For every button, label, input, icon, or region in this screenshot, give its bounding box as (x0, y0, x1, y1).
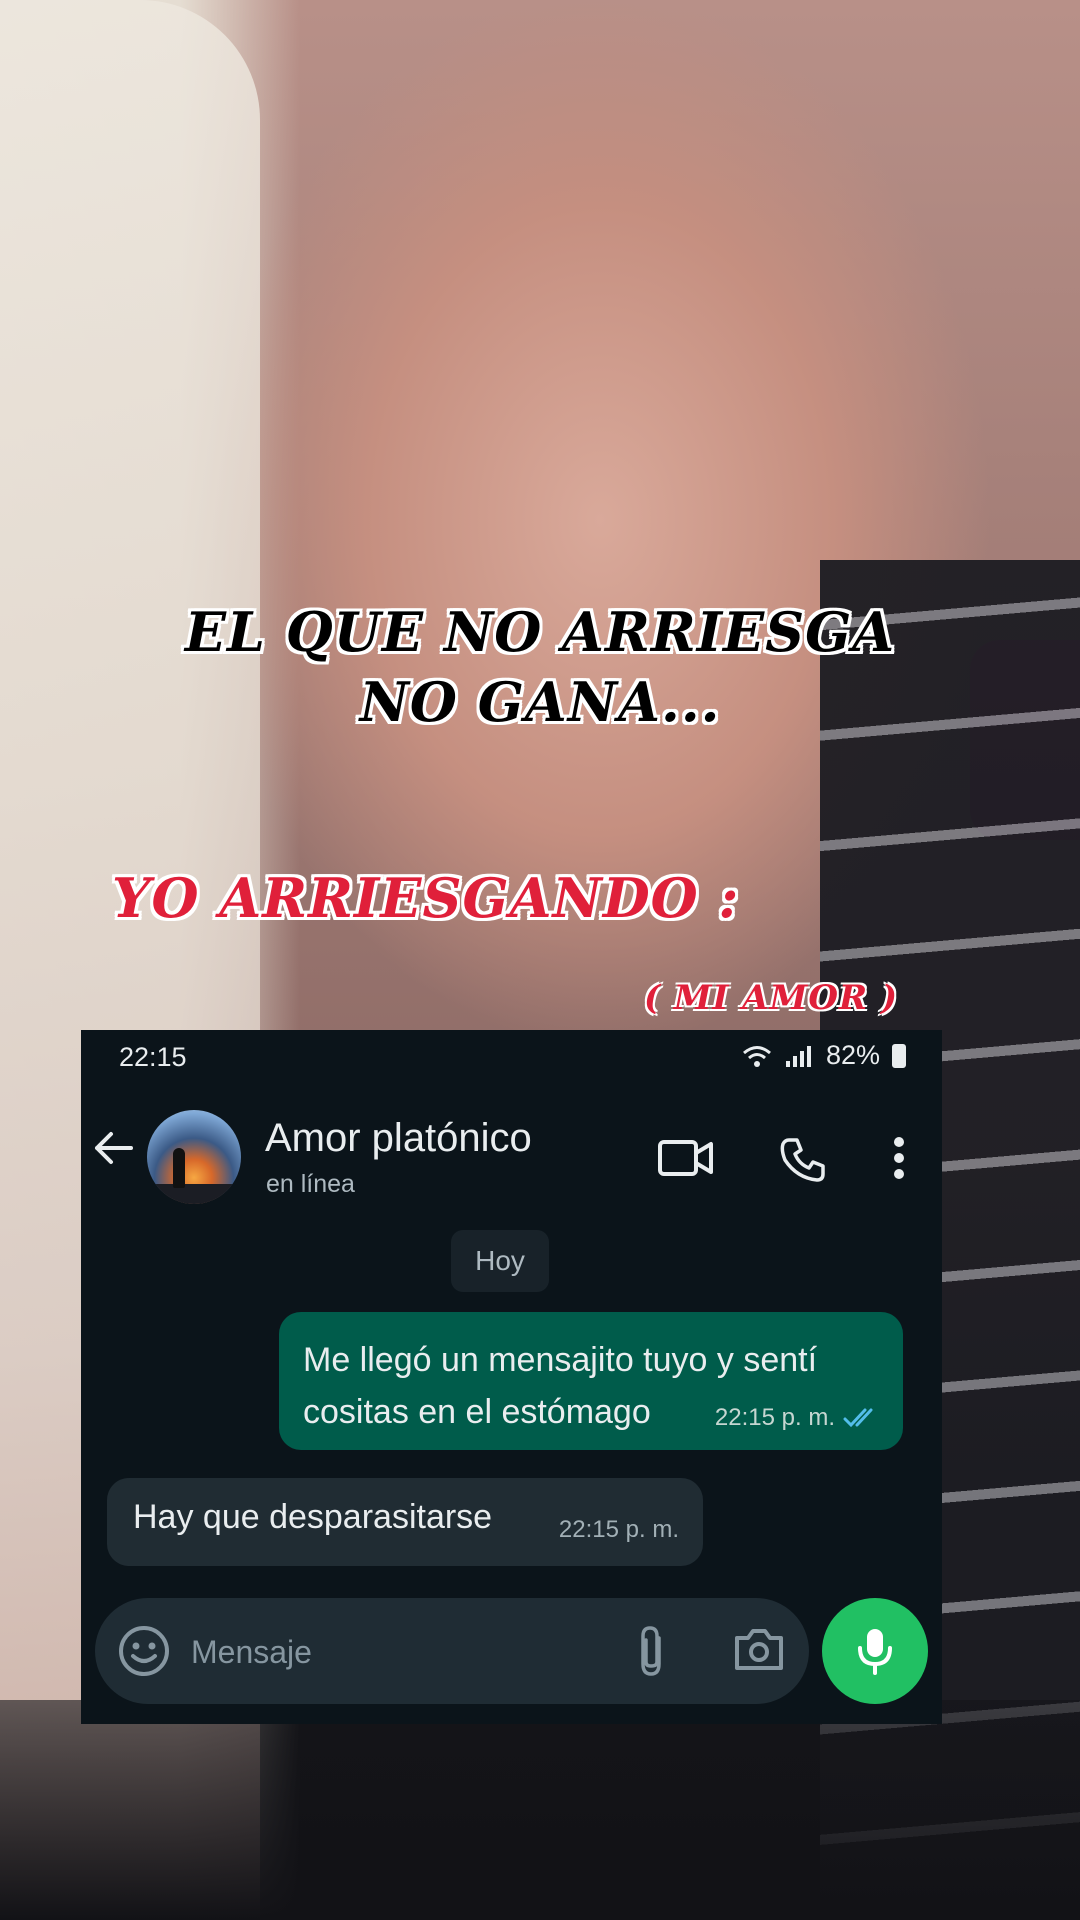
video-call-icon[interactable] (657, 1136, 715, 1180)
contact-avatar[interactable] (147, 1110, 241, 1204)
back-arrow-icon[interactable] (91, 1126, 135, 1170)
message-composer[interactable]: Mensaje (95, 1598, 809, 1704)
status-bar: 22:15 82% (81, 1030, 942, 1088)
incoming-message-text: Hay que desparasitarse (133, 1498, 493, 1536)
avatar-silhouette (173, 1148, 185, 1188)
contact-status: en línea (266, 1170, 355, 1198)
whatsapp-screenshot: 22:15 82% Amor platónico en línea Hoy Me… (81, 1030, 942, 1724)
battery-icon (892, 1043, 906, 1068)
status-icons: 82% (742, 1040, 906, 1071)
message-input[interactable]: Mensaje (191, 1634, 312, 1671)
wifi-icon (742, 1045, 771, 1067)
outgoing-message[interactable]: Me llegó un mensajito tuyo y sentí cosit… (279, 1312, 903, 1450)
outgoing-message-time: 22:15 p. m. (714, 1404, 835, 1431)
phone-call-icon[interactable] (779, 1136, 827, 1184)
battery-percent: 82% (825, 1040, 880, 1070)
microphone-icon (858, 1629, 892, 1675)
contact-name[interactable]: Amor platónico (265, 1116, 532, 1161)
avatar-ground (147, 1184, 241, 1204)
emoji-icon[interactable] (117, 1624, 171, 1678)
camera-icon[interactable] (733, 1626, 785, 1672)
date-chip: Hoy (451, 1230, 549, 1292)
incoming-message[interactable]: Hay que desparasitarse 22:15 p. m. (107, 1478, 703, 1566)
attach-icon[interactable] (635, 1624, 669, 1678)
caption-line-1: EL QUE NO ARRIESGA (184, 600, 896, 664)
chat-header: Amor platónico en línea (81, 1088, 942, 1208)
double-check-read-icon (843, 1408, 873, 1428)
caption-yo-arriesgando: YO ARRIESGANDO : (112, 866, 740, 930)
outgoing-message-meta: 22:15 p. m. (715, 1404, 879, 1432)
caption-mi-amor: ( MI AMOR ) (644, 978, 899, 1018)
status-time: 22:15 (119, 1042, 187, 1072)
caption-line-2: NO GANA... (359, 670, 721, 734)
voice-message-button[interactable] (822, 1598, 928, 1704)
more-options-icon[interactable] (893, 1136, 905, 1180)
signal-icon (785, 1045, 811, 1067)
incoming-message-time: 22:15 p. m. (558, 1516, 679, 1543)
dark-lower-area (0, 1700, 1080, 1920)
